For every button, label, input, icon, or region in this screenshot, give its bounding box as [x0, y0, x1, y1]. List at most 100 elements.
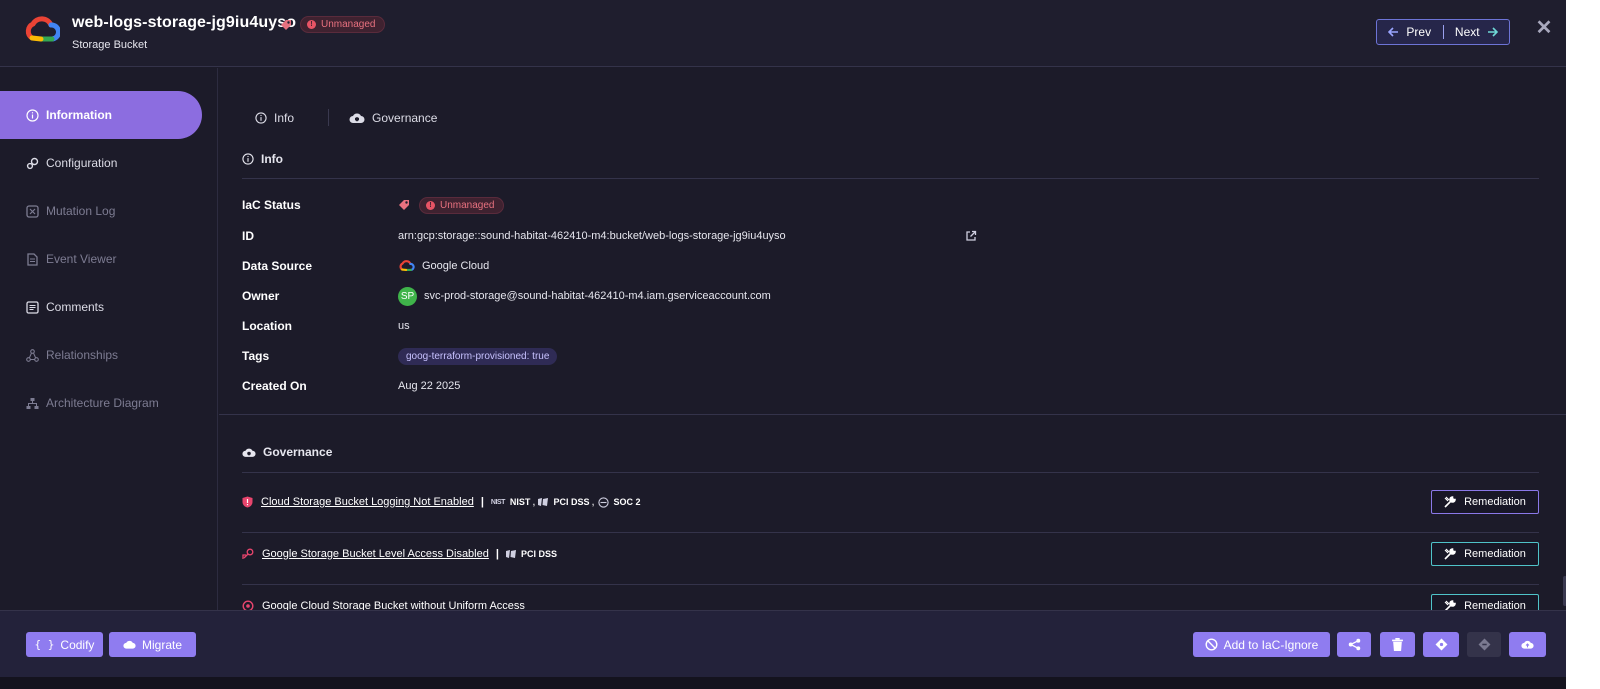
framework-pci-dss: PCI DSS [538, 497, 589, 507]
info-icon [255, 111, 267, 124]
governance-item-link[interactable]: Cloud Storage Bucket Logging Not Enabled [261, 496, 474, 508]
migrate-button[interactable]: Migrate [109, 632, 196, 657]
access-alert-icon [242, 548, 254, 560]
cloud-icon [123, 638, 136, 651]
header: web-logs-storage-jg9iu4uyso ! Unmanaged … [0, 0, 1566, 67]
divider [242, 472, 1539, 473]
info-section-heading: Info [242, 152, 283, 166]
remediation-button[interactable]: Remediation [1431, 542, 1539, 566]
google-cloud-icon [398, 259, 415, 273]
nist-logo: NIST [490, 498, 505, 506]
remediation-button[interactable]: Remediation [1431, 490, 1539, 514]
info-row-created-on: Created On Aug 22 2025 [242, 379, 461, 393]
page-title: web-logs-storage-jg9iu4uyso [72, 14, 297, 31]
tab-governance[interactable]: Governance [349, 111, 437, 125]
resource-type: Storage Bucket [72, 39, 148, 51]
divider [219, 414, 1566, 415]
pci-icon [538, 498, 549, 506]
ban-icon [1205, 638, 1218, 651]
framework-soc-2: SOC 2 [597, 496, 641, 508]
next-button[interactable]: Next [1444, 20, 1510, 44]
divider [242, 178, 1539, 179]
add-to-iac-ignore-button[interactable]: Add to IaC-Ignore [1193, 632, 1330, 657]
background-strip [0, 677, 1566, 689]
governance-item: Google Storage Bucket Level Access Disab… [242, 542, 1539, 566]
info-icon [242, 153, 254, 165]
avatar: SP [398, 286, 417, 306]
governance-section-heading: Governance [242, 445, 332, 459]
info-row-owner: Owner SP svc-prod-storage@sound-habitat-… [242, 286, 771, 306]
share-button[interactable] [1337, 632, 1371, 657]
info-row-tags: Tags goog-terraform-provisioned: true [242, 346, 558, 366]
share-icon [1348, 638, 1361, 651]
tag-icon [398, 199, 410, 211]
delete-button[interactable] [1380, 632, 1415, 657]
sidebar-item-comments[interactable]: Comments [0, 283, 202, 331]
info-row-id: ID arn:gcp:storage::sound-habitat-462410… [242, 229, 786, 243]
main-panel: Info Governance Info IaC Status ! Unmana… [219, 68, 1566, 610]
governance-item: Google Cloud Storage Bucket without Unif… [242, 594, 1539, 610]
sidebar-item-mutation-log[interactable]: Mutation Log [0, 187, 202, 235]
info-row-iac-status: IaC Status ! Unmanaged [242, 195, 505, 215]
arrow-right-icon [1487, 27, 1498, 37]
diamond-disabled-icon [1478, 638, 1491, 651]
trash-icon [1391, 638, 1404, 651]
pci-icon [505, 550, 516, 558]
tools-icon [1444, 600, 1456, 610]
diamond-button[interactable] [1423, 632, 1459, 657]
cloud-shield-icon [349, 112, 365, 124]
sidebar-item-event-viewer[interactable]: Event Viewer [0, 235, 202, 283]
unmanaged-badge: ! Unmanaged [300, 16, 386, 33]
document-icon [26, 252, 39, 266]
shield-alert-icon [242, 496, 253, 508]
hierarchy-icon [26, 397, 39, 410]
sidebar-item-information[interactable]: Information [0, 91, 202, 139]
tab-bar: Info Governance [255, 109, 437, 126]
external-link-icon[interactable] [965, 230, 977, 242]
soc-icon [597, 496, 609, 508]
cloud-shield-icon [242, 447, 256, 458]
tab-info[interactable]: Info [255, 111, 294, 125]
sidebar-item-configuration[interactable]: Configuration [0, 139, 202, 187]
tools-icon [1444, 496, 1456, 508]
tools-icon [1444, 548, 1456, 560]
info-row-data-source: Data Source Google Cloud [242, 259, 490, 273]
comments-icon [26, 300, 39, 314]
alert-icon: ! [426, 200, 435, 210]
prev-button[interactable]: Prev [1377, 20, 1443, 44]
arrow-left-icon [1388, 27, 1399, 37]
footer-toolbar: { } Codify Migrate Add to IaC-Ignore [0, 610, 1566, 677]
cloud-upload-icon [1521, 638, 1534, 651]
close-button[interactable]: ✕ [1534, 18, 1554, 38]
tag-icon [280, 19, 292, 31]
tab-divider [328, 109, 330, 126]
google-cloud-logo-icon [24, 16, 60, 46]
uniform-alert-icon [242, 600, 254, 610]
diamond-disabled-button[interactable] [1467, 632, 1501, 657]
unmanaged-badge: ! Unmanaged [419, 196, 505, 214]
governance-item-link[interactable]: Google Cloud Storage Bucket without Unif… [262, 600, 525, 610]
sidebar-item-relationships[interactable]: Relationships [0, 331, 202, 379]
gear-icon [26, 157, 39, 170]
mutation-icon [26, 204, 39, 218]
framework-nist: NIST NIST [490, 497, 531, 507]
cloud-upload-button[interactable] [1509, 632, 1546, 657]
info-row-location: Location us [242, 319, 410, 333]
governance-item: Cloud Storage Bucket Logging Not Enabled… [242, 490, 1539, 514]
framework-pci-dss: PCI DSS [505, 549, 557, 559]
diamond-icon [1435, 638, 1448, 651]
relationships-icon [26, 348, 39, 362]
sidebar-item-architecture-diagram[interactable]: Architecture Diagram [0, 379, 202, 427]
codify-button[interactable]: { } Codify [26, 632, 103, 657]
page-edge [1566, 0, 1600, 689]
alert-icon: ! [307, 20, 316, 29]
sidebar: Information Configuration Mutation Log E… [0, 68, 218, 610]
tag-chip: goog-terraform-provisioned: true [398, 347, 558, 365]
braces-icon: { } [34, 638, 55, 651]
divider [242, 584, 1539, 585]
divider [242, 532, 1539, 533]
info-icon [26, 108, 39, 122]
remediation-button[interactable]: Remediation [1431, 594, 1539, 610]
governance-item-link[interactable]: Google Storage Bucket Level Access Disab… [262, 548, 489, 560]
prev-next-group: Prev Next [1376, 19, 1510, 45]
